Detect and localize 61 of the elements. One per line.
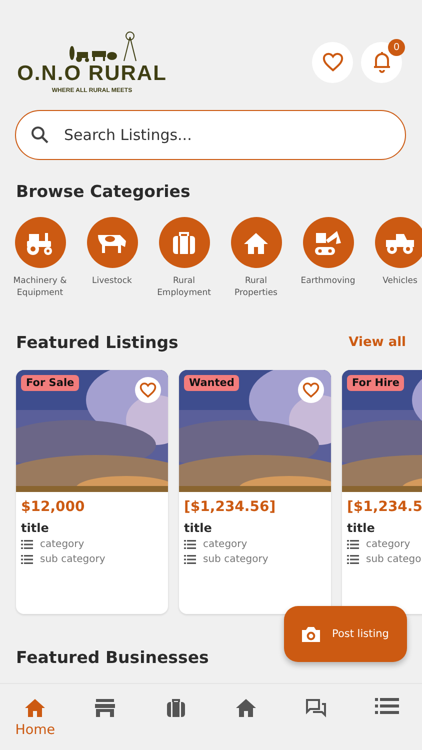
- search-icon: [31, 126, 49, 144]
- notifications-button[interactable]: 0: [361, 42, 402, 82]
- section-title: Browse Categories: [16, 182, 192, 201]
- listing-sub-category: sub catego: [366, 554, 422, 565]
- nav-tab[interactable]: Home: [0, 684, 70, 750]
- heart-icon: [139, 382, 157, 398]
- listing-price: [$1,234.5: [347, 499, 422, 515]
- list-icon: [21, 555, 33, 564]
- listing-tag: For Hire: [347, 375, 404, 391]
- briefcase-icon: [171, 230, 197, 256]
- listing-title: title: [21, 521, 50, 535]
- category-item[interactable]: Livestock: [76, 217, 148, 299]
- listing-category: category: [203, 539, 248, 550]
- chat-icon: [305, 698, 328, 720]
- house-icon: [243, 230, 269, 254]
- logo-title: O.N.O RURAL: [17, 62, 167, 84]
- list-icon: [21, 540, 33, 549]
- section-title: Featured Listings: [16, 333, 178, 352]
- search-field[interactable]: Search Listings...: [15, 110, 406, 160]
- bell-icon: [372, 51, 392, 73]
- category-label: Rural Properties: [234, 275, 278, 299]
- listing-card[interactable]: For Sale $12,000 title category sub category: [16, 370, 168, 614]
- favorites-button[interactable]: [312, 42, 353, 82]
- section-title: Featured Businesses: [16, 648, 209, 666]
- heart-icon: [322, 52, 344, 72]
- category-item[interactable]: Machinery & Equipment: [4, 217, 76, 299]
- category-item[interactable]: Rural Properties: [220, 217, 292, 299]
- category-item[interactable]: Rural Employment: [148, 217, 220, 299]
- post-listing-button[interactable]: Post listing: [284, 606, 407, 662]
- heart-icon: [302, 382, 320, 398]
- listing-sub-category: sub category: [40, 554, 106, 565]
- listing-tag: Wanted: [184, 375, 240, 391]
- list-icon: [347, 555, 359, 564]
- excavator-icon: [313, 228, 343, 256]
- listing-title: title: [347, 521, 376, 535]
- list-icon: [184, 540, 196, 549]
- briefcase-icon: [166, 698, 186, 718]
- listing-category: category: [40, 539, 84, 550]
- list-icon: [347, 540, 359, 549]
- listing-price: $12,000: [21, 499, 86, 515]
- category-label: Machinery & Equipment: [12, 275, 68, 299]
- listing-card[interactable]: For Hire [$1,234.5 title category sub catego: [342, 370, 422, 614]
- listing-sub-category: sub category: [203, 554, 268, 565]
- category-item[interactable]: Earthmoving: [292, 217, 364, 299]
- category-label: Earthmoving: [300, 275, 356, 287]
- listing-title: title: [184, 521, 213, 535]
- view-all-link[interactable]: View all: [348, 335, 406, 350]
- category-label: Rural Employment: [156, 275, 212, 299]
- camera-icon: [301, 626, 321, 642]
- list-icon: [374, 698, 399, 714]
- listing-category: category: [366, 539, 410, 550]
- notification-badge: 0: [388, 38, 405, 56]
- category-label: Livestock: [91, 275, 133, 287]
- house-icon: [235, 698, 258, 718]
- store-icon: [94, 698, 116, 718]
- list-icon: [184, 555, 196, 564]
- home-icon: [24, 698, 46, 718]
- listing-tag: For Sale: [21, 375, 80, 391]
- category-label: Vehicles: [382, 275, 418, 287]
- listing-price: [$1,234.56]: [184, 499, 277, 515]
- listing-card[interactable]: Wanted [$1,234.56] title category sub category: [179, 370, 331, 614]
